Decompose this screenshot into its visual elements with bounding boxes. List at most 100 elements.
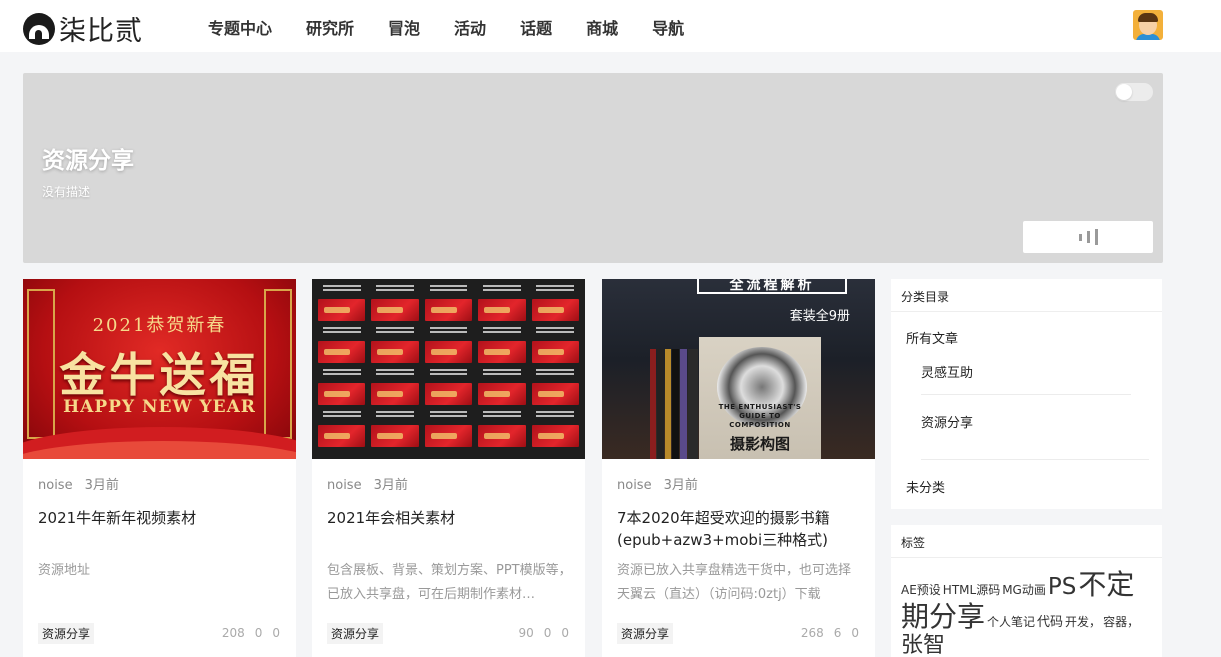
thumb-cell bbox=[531, 383, 579, 405]
thumb-cell bbox=[371, 341, 419, 363]
avatar-hair bbox=[1138, 13, 1158, 22]
book-spine bbox=[680, 349, 687, 459]
post-excerpt: 资源地址 bbox=[38, 563, 91, 578]
thumb-cell bbox=[424, 383, 473, 405]
thumb-caption bbox=[318, 367, 365, 379]
thumb-caption bbox=[425, 367, 472, 379]
thumb-caption bbox=[371, 325, 418, 337]
thumb-caption bbox=[371, 283, 418, 295]
thumb-cell bbox=[371, 383, 419, 405]
banner-toggle[interactable] bbox=[1115, 83, 1153, 101]
comments-count: 0 bbox=[254, 626, 263, 640]
post-thumbnail[interactable]: 2021恭贺新春 金牛送福 HAPPY NEW YEAR bbox=[23, 279, 296, 459]
logo-icon bbox=[23, 12, 55, 45]
thumb-cell bbox=[478, 425, 526, 447]
divider bbox=[921, 394, 1131, 395]
comments-count: 0 bbox=[543, 626, 552, 640]
nav-item-navigation[interactable]: 导航 bbox=[652, 15, 684, 39]
thumb-cell bbox=[424, 425, 473, 447]
category-description: 没有描述 bbox=[42, 185, 91, 199]
post-author[interactable]: noise bbox=[617, 478, 652, 493]
thumb-line1: 2021恭贺新春 bbox=[92, 315, 227, 336]
thumb-cell bbox=[531, 299, 579, 321]
thumb-caption bbox=[318, 283, 365, 295]
comments-count: 6 bbox=[833, 626, 842, 640]
nav-item-topics[interactable]: 专题中心 bbox=[208, 15, 272, 39]
thumb-top-text: 全流程解析 bbox=[697, 279, 847, 294]
bar-chart-icon bbox=[1078, 233, 1082, 241]
user-avatar[interactable] bbox=[1133, 10, 1163, 40]
tag-link[interactable]: 张智 bbox=[901, 633, 945, 657]
post-category-badge[interactable]: 资源分享 bbox=[617, 623, 674, 644]
tag-link[interactable]: PS bbox=[1048, 574, 1076, 600]
bar-chart-icon-bar bbox=[1086, 231, 1090, 243]
tag-link[interactable]: 代码 bbox=[1037, 615, 1063, 630]
post-time: 3月前 bbox=[373, 478, 408, 493]
tag-widget: 标签 AE预设 HTML源码 MG动画PS不定期分享 个人笔记 代码 开发， 容器，张智 bbox=[891, 525, 1162, 657]
book-cover: THE ENTHUSIAST'S GUIDE TO COMPOSITION 摄影… bbox=[699, 337, 821, 459]
thumb-cell bbox=[318, 299, 366, 321]
post-author[interactable]: noise bbox=[38, 478, 73, 493]
thumb-caption bbox=[478, 283, 525, 295]
post-card[interactable]: 2021恭贺新春 金牛送福 HAPPY NEW YEAR noise 3月前 20… bbox=[23, 279, 296, 657]
thumb-line3: HAPPY NEW YEAR bbox=[63, 397, 256, 417]
thumb-caption bbox=[318, 325, 365, 337]
thumb-cell bbox=[371, 299, 419, 321]
thumb-caption bbox=[318, 409, 365, 421]
thumb-caption bbox=[425, 325, 472, 337]
book-spine bbox=[657, 349, 664, 459]
site-logo[interactable]: 柒比贰 bbox=[23, 9, 143, 48]
category-widget: 分类目录 所有文章 灵感互助 资源分享 未分类 bbox=[891, 279, 1162, 509]
post-title[interactable]: 2021牛年新年视频素材 bbox=[38, 507, 283, 529]
post-counts: 90 0 0 bbox=[518, 626, 569, 640]
stats-button[interactable] bbox=[1023, 221, 1153, 253]
nav-item-bubble[interactable]: 冒泡 bbox=[388, 15, 420, 39]
main-nav: 专题中心 研究所 冒泡 活动 话题 商城 导航 bbox=[208, 15, 718, 39]
views-count: 90 bbox=[518, 626, 534, 640]
tag-link[interactable]: 个人笔记 bbox=[987, 615, 1035, 629]
post-category-badge[interactable]: 资源分享 bbox=[38, 623, 95, 644]
post-card[interactable]: noise 3月前 2021年会相关素材 包含展板、背景、策划方案、PPT模版等，… bbox=[312, 279, 585, 657]
book-spine bbox=[665, 349, 671, 459]
nav-item-research[interactable]: 研究所 bbox=[306, 15, 354, 39]
thumb-line2: 金牛送福 bbox=[59, 348, 260, 402]
tag-link[interactable]: MG动画 bbox=[1002, 583, 1046, 597]
category-inspiration[interactable]: 灵感互助 bbox=[921, 362, 973, 381]
thumb-caption bbox=[532, 283, 579, 295]
thumb-cell bbox=[478, 383, 526, 405]
post-card[interactable]: 全流程解析 套装全9册 THE ENTHUSIAST'S GUIDE TO CO… bbox=[602, 279, 875, 657]
thumb-tag: 套装全9册 bbox=[789, 309, 850, 324]
thumb-caption bbox=[532, 367, 579, 379]
views-count: 268 bbox=[800, 626, 824, 640]
category-resource-share[interactable]: 资源分享 bbox=[921, 412, 973, 431]
post-thumbnail[interactable] bbox=[312, 279, 585, 459]
tag-link[interactable]: 开发， bbox=[1065, 615, 1101, 629]
nav-item-discussions[interactable]: 话题 bbox=[520, 15, 552, 39]
post-excerpt: 资源已放入共享盘精选干货中，也可选择天翼云（直达）（访问码:0ztj）下载 bbox=[617, 563, 852, 602]
post-title[interactable]: 7本2020年超受欢迎的摄影书籍(epub+azw3+mobi三种格式) bbox=[617, 507, 862, 551]
post-category-badge[interactable]: 资源分享 bbox=[327, 623, 384, 644]
post-author[interactable]: noise bbox=[327, 478, 362, 493]
logo-text: 柒比贰 bbox=[59, 16, 143, 47]
toggle-knob bbox=[1116, 84, 1132, 100]
bar-chart-icon-bar bbox=[1094, 229, 1098, 245]
thumb-cell bbox=[318, 425, 366, 447]
post-title[interactable]: 2021年会相关素材 bbox=[327, 507, 572, 529]
tag-cloud: AE预设 HTML源码 MG动画PS不定期分享 个人笔记 代码 开发， 容器，张智 bbox=[901, 568, 1157, 657]
category-uncategorized[interactable]: 未分类 bbox=[906, 477, 945, 496]
tag-link[interactable]: AE预设 bbox=[901, 583, 941, 597]
tag-link[interactable]: 容器， bbox=[1103, 615, 1139, 629]
category-all[interactable]: 所有文章 bbox=[906, 328, 958, 347]
book-spine bbox=[688, 349, 698, 459]
thumb-cell bbox=[531, 341, 579, 363]
tag-link[interactable]: HTML源码 bbox=[943, 583, 1000, 597]
book-spine bbox=[650, 349, 656, 459]
thumb-caption bbox=[425, 283, 472, 295]
post-thumbnail[interactable]: 全流程解析 套装全9册 THE ENTHUSIAST'S GUIDE TO CO… bbox=[602, 279, 875, 459]
thumb-caption bbox=[532, 325, 579, 337]
thumb-cell bbox=[478, 341, 526, 363]
thumb-cell bbox=[371, 425, 419, 447]
nav-item-events[interactable]: 活动 bbox=[454, 15, 486, 39]
likes-count: 0 bbox=[851, 626, 859, 640]
nav-item-shop[interactable]: 商城 bbox=[586, 15, 618, 39]
